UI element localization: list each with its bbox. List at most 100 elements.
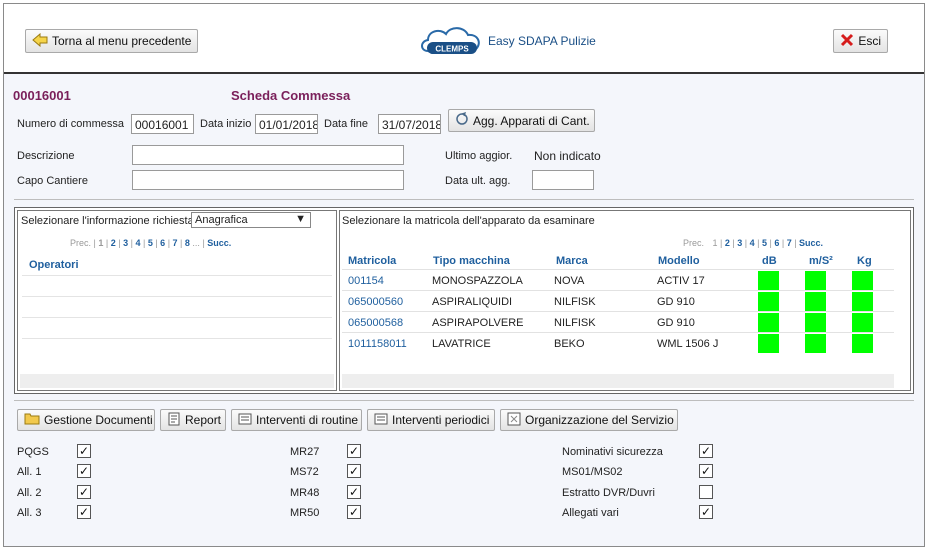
periodici-label: Interventi periodici (392, 413, 490, 427)
data-inizio-label: Data inizio (200, 118, 252, 130)
routine-label: Interventi di routine (256, 413, 359, 427)
db-indicator (758, 271, 779, 290)
col-header-modello[interactable]: Modello (658, 255, 700, 267)
checkbox-all2[interactable]: ✓ (77, 485, 91, 499)
ultimo-aggior-label: Ultimo aggior. (445, 150, 513, 162)
cell-matricola[interactable]: 001154 (348, 275, 384, 287)
apparati-scrollbar[interactable] (342, 374, 894, 388)
checkbox-allegati[interactable]: ✓ (699, 505, 713, 519)
data-inizio-field[interactable]: 01/01/2018 (255, 114, 318, 134)
cell-marca: NILFISK (554, 296, 596, 308)
cell-matricola[interactable]: 1011158011 (348, 338, 407, 350)
kg-indicator (852, 271, 873, 290)
checkbox-ms01-ms02[interactable]: ✓ (699, 464, 713, 478)
app-title: Easy SDAPA Pulizie (488, 34, 596, 48)
pager-next[interactable]: Succ. (799, 238, 823, 248)
back-button[interactable]: Torna al menu precedente (25, 29, 198, 53)
checkbox-mr27[interactable]: ✓ (347, 444, 361, 458)
cell-matricola[interactable]: 065000560 (348, 296, 403, 308)
pager-prev[interactable]: Prec. (683, 238, 704, 248)
table-row[interactable]: 065000568 ASPIRAPOLVERE NILFISK GD 910 (342, 311, 894, 332)
checkbox-nominativi[interactable]: ✓ (699, 444, 713, 458)
grid-line (22, 296, 332, 297)
cell-tipo: LAVATRICE (432, 338, 491, 350)
interventi-routine-button[interactable]: Interventi di routine (231, 409, 362, 431)
kg-indicator (852, 292, 873, 311)
numero-label: Numero di commessa (17, 118, 124, 130)
apparati-pager: Prec. 1 | 2 | 3 | 4 | 5 | 6 | 7 | Succ. (683, 238, 824, 248)
apparati-panel: Selezionare la matricola dell'apparato d… (339, 210, 911, 391)
checkbox-mr48[interactable]: ✓ (347, 485, 361, 499)
gestione-documenti-button[interactable]: Gestione Documenti (17, 409, 155, 431)
check-label: Allegati vari (562, 507, 619, 519)
checkbox-all3[interactable]: ✓ (77, 505, 91, 519)
cell-modello: GD 910 (657, 296, 695, 308)
check-label: MR50 (290, 507, 320, 519)
ms2-indicator (805, 334, 826, 353)
db-indicator (758, 292, 779, 311)
col-header-kg[interactable]: Kg (857, 255, 872, 267)
info-scrollbar[interactable] (20, 374, 334, 388)
numero-field[interactable]: 00016001 (131, 114, 194, 134)
divider (14, 400, 914, 401)
data-fine-field[interactable]: 31/07/2018 (378, 114, 441, 134)
cell-modello: ACTIV 17 (657, 275, 705, 287)
db-indicator (758, 334, 779, 353)
agg-apparati-button[interactable]: Agg. Apparati di Cant. (448, 109, 595, 132)
operatori-header: Operatori (29, 259, 79, 271)
pager-prev[interactable]: Prec. (70, 238, 91, 248)
kg-indicator (852, 334, 873, 353)
table-row[interactable]: 001154 MONOSPAZZOLA NOVA ACTIV 17 (342, 269, 894, 290)
check-label: All. 1 (17, 466, 42, 478)
dropdown-arrow-icon: ▼ (295, 213, 306, 225)
col-header-ms2[interactable]: m/S² (809, 255, 833, 267)
checkbox-mr50[interactable]: ✓ (347, 505, 361, 519)
grid-line (22, 275, 332, 276)
panels-container: Selezionare l'informazione richiesta Ana… (14, 207, 914, 394)
list-icon (238, 412, 252, 429)
refresh-icon (455, 111, 469, 129)
organization-icon (507, 412, 521, 429)
clemps-logo: CLEMPS (418, 23, 486, 61)
table-row[interactable]: 1011158011 LAVATRICE BEKO WML 1506 J (342, 332, 894, 353)
close-icon (840, 33, 854, 50)
checkbox-all1[interactable]: ✓ (77, 464, 91, 478)
info-select[interactable]: Anagrafica ▼ (191, 212, 311, 228)
divider (14, 199, 914, 200)
check-label: MR48 (290, 487, 320, 499)
cell-matricola[interactable]: 065000568 (348, 317, 403, 329)
col-header-marca[interactable]: Marca (556, 255, 588, 267)
agg-apparati-label: Agg. Apparati di Cant. (473, 113, 590, 128)
pager-next[interactable]: Succ. (207, 238, 231, 248)
descrizione-field[interactable] (132, 145, 404, 165)
col-header-tipo[interactable]: Tipo macchina (433, 255, 510, 267)
col-header-matricola[interactable]: Matricola (348, 255, 396, 267)
cell-tipo: MONOSPAZZOLA (432, 275, 523, 287)
list-icon (374, 412, 388, 429)
data-ult-agg-field[interactable] (532, 170, 594, 190)
exit-button[interactable]: Esci (833, 29, 888, 53)
pager-page[interactable]: 8 (185, 238, 190, 248)
report-button[interactable]: Report (160, 409, 226, 431)
capo-cantiere-label: Capo Cantiere (17, 175, 88, 187)
data-fine-label: Data fine (324, 118, 369, 130)
check-label: MR27 (290, 446, 320, 458)
report-icon (167, 412, 181, 429)
checkbox-estratto-dvr[interactable] (699, 485, 713, 499)
folder-icon (24, 412, 40, 428)
cell-marca: NOVA (554, 275, 585, 287)
col-header-db[interactable]: dB (762, 255, 777, 267)
commessa-code: 00016001 (13, 88, 71, 103)
check-label: PQGS (17, 446, 49, 458)
organizzazione-button[interactable]: Organizzazione del Servizio (500, 409, 678, 431)
back-button-label: Torna al menu precedente (52, 34, 192, 48)
capo-cantiere-field[interactable] (132, 170, 404, 190)
table-row[interactable]: 065000560 ASPIRALIQUIDI NILFISK GD 910 (342, 290, 894, 311)
checkbox-ms72[interactable]: ✓ (347, 464, 361, 478)
ms2-indicator (805, 313, 826, 332)
interventi-periodici-button[interactable]: Interventi periodici (367, 409, 495, 431)
apparati-title: Selezionare la matricola dell'apparato d… (342, 215, 595, 227)
logo-text: CLEMPS (435, 45, 469, 54)
checkbox-pqgs[interactable]: ✓ (77, 444, 91, 458)
check-label: MS72 (290, 466, 319, 478)
